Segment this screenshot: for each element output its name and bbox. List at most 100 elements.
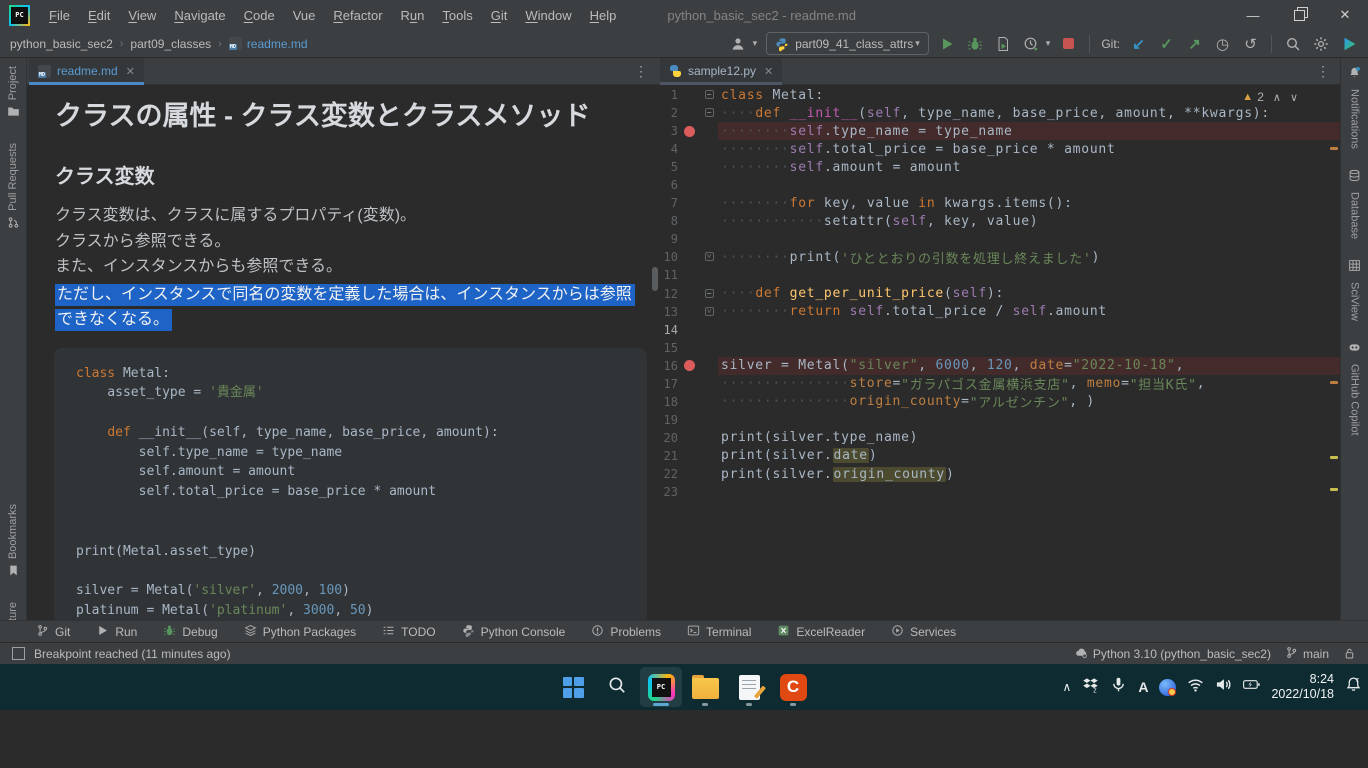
taskbar-notepad-button[interactable]	[728, 667, 770, 707]
git-update-button[interactable]: ↙	[1129, 34, 1148, 53]
gutter[interactable]: 5	[658, 158, 718, 176]
prev-problem-icon[interactable]: ∧	[1273, 91, 1281, 104]
taskbar-camtasia-button[interactable]: C	[772, 667, 814, 707]
taskbar-search-button[interactable]	[596, 667, 638, 707]
gutter[interactable]: 22	[658, 465, 718, 483]
inspections-widget[interactable]: ▲ 2 ∧ ∨	[1242, 90, 1298, 104]
stripe-mark[interactable]	[1330, 488, 1338, 491]
tool-window-button-debug[interactable]: Debug	[153, 621, 227, 642]
menu-window[interactable]: Window	[516, 2, 580, 29]
tool-window-button-git[interactable]: Git	[26, 621, 80, 642]
menu-file[interactable]: File	[40, 2, 79, 29]
next-problem-icon[interactable]: ∨	[1290, 91, 1298, 104]
error-stripe[interactable]	[1328, 85, 1340, 678]
plugin-icon[interactable]	[1339, 34, 1358, 53]
git-branch-selector[interactable]: main	[1285, 646, 1329, 662]
close-button[interactable]: ✕	[1322, 0, 1368, 30]
browser-tray-icon[interactable]	[1159, 679, 1176, 696]
gutter[interactable]: 14	[658, 321, 718, 339]
menu-edit[interactable]: Edit	[79, 2, 119, 29]
breadcrumb-item[interactable]: part09_classes	[130, 37, 211, 51]
tool-window-button-pull-requests[interactable]: Pull Requests	[7, 143, 20, 234]
fold-marker-icon[interactable]: −	[705, 108, 714, 117]
menu-navigate[interactable]: Navigate	[165, 2, 234, 29]
debug-button[interactable]	[966, 34, 985, 53]
menu-vue[interactable]: Vue	[284, 2, 325, 29]
gutter[interactable]: 15	[658, 339, 718, 357]
gutter[interactable]: 18	[658, 393, 718, 411]
gutter[interactable]: 4	[658, 140, 718, 158]
git-commit-button[interactable]: ✓	[1157, 34, 1176, 53]
gutter[interactable]: 17	[658, 375, 718, 393]
stop-button[interactable]	[1059, 34, 1078, 53]
gutter[interactable]: 20	[658, 429, 718, 447]
menu-refactor[interactable]: Refactor	[324, 2, 391, 29]
lock-icon[interactable]	[1343, 647, 1356, 660]
gutter[interactable]: 21	[658, 447, 718, 465]
minimize-button[interactable]: —	[1230, 0, 1276, 30]
battery-icon[interactable]	[1243, 676, 1260, 698]
tool-window-button-database[interactable]: Database	[1348, 169, 1361, 239]
more-options-icon[interactable]: ⋮	[1306, 58, 1340, 84]
settings-button[interactable]	[1311, 34, 1330, 53]
tool-window-button-python-packages[interactable]: Python Packages	[234, 621, 366, 642]
history-button[interactable]: ◷	[1213, 34, 1232, 53]
breakpoint-icon[interactable]	[684, 126, 695, 137]
fold-marker-icon[interactable]: ˅	[705, 307, 714, 316]
stripe-mark[interactable]	[1330, 147, 1338, 150]
wifi-icon[interactable]	[1187, 676, 1204, 698]
taskbar-explorer-button[interactable]	[684, 667, 726, 707]
code-with-me-icon[interactable]	[729, 34, 748, 53]
menu-view[interactable]: View	[119, 2, 165, 29]
microphone-icon[interactable]	[1110, 676, 1127, 698]
close-icon[interactable]: ✕	[126, 65, 135, 78]
fold-marker-icon[interactable]: −	[705, 90, 714, 99]
tool-window-button-services[interactable]: Services	[881, 621, 966, 642]
menu-tools[interactable]: Tools	[433, 2, 481, 29]
tool-window-button-python-console[interactable]: Python Console	[452, 621, 576, 642]
volume-icon[interactable]	[1215, 676, 1232, 698]
clock[interactable]: 8:24 2022/10/18	[1271, 672, 1334, 702]
dropbox-icon[interactable]: z	[1082, 676, 1099, 698]
tool-window-button-problems[interactable]: Problems	[581, 621, 671, 642]
gutter[interactable]: 13˅	[658, 303, 718, 321]
hidden-icons-chevron-icon[interactable]: ∧	[1063, 680, 1072, 694]
git-push-button[interactable]: ↗	[1185, 34, 1204, 53]
fold-marker-icon[interactable]: −	[705, 289, 714, 298]
gutter[interactable]: 9	[658, 230, 718, 248]
menu-code[interactable]: Code	[235, 2, 284, 29]
gutter[interactable]: 7	[658, 194, 718, 212]
run-button[interactable]	[938, 34, 957, 53]
ime-mode-indicator[interactable]: A	[1138, 679, 1148, 695]
fold-marker-icon[interactable]: ˅	[705, 252, 714, 261]
gutter[interactable]: 16	[658, 357, 718, 375]
breakpoint-icon[interactable]	[684, 360, 695, 371]
gutter[interactable]: 23	[658, 483, 718, 501]
gutter[interactable]: 2−	[658, 104, 718, 122]
stripe-mark[interactable]	[1330, 381, 1338, 384]
taskbar-start-button[interactable]	[552, 667, 594, 707]
code-editor[interactable]: ▲ 2 ∧ ∨ 1−class Metal:2−····def __init__…	[658, 85, 1340, 678]
profiler-button[interactable]	[1022, 34, 1041, 53]
tool-window-button-bookmarks[interactable]: Bookmarks	[7, 504, 20, 582]
menu-help[interactable]: Help	[581, 2, 626, 29]
search-everywhere-button[interactable]	[1283, 34, 1302, 53]
gutter[interactable]: 1−	[658, 86, 718, 104]
notification-bell-icon[interactable]: z	[1345, 676, 1362, 698]
gutter[interactable]: 12−	[658, 285, 718, 303]
gutter[interactable]: 8	[658, 212, 718, 230]
tool-window-button-notifications[interactable]: Notifications	[1348, 66, 1361, 149]
more-options-icon[interactable]: ⋮	[624, 58, 658, 84]
interpreter-selector[interactable]: Python 3.10 (python_basic_sec2)	[1075, 646, 1271, 662]
restore-button[interactable]	[1276, 0, 1322, 30]
stripe-mark[interactable]	[1330, 456, 1338, 459]
taskbar-pycharm-button[interactable]: PC	[640, 667, 682, 707]
menu-run[interactable]: Run	[392, 2, 434, 29]
tab-sample12[interactable]: sample12.py ✕	[660, 58, 782, 84]
tool-window-toggle-icon[interactable]	[12, 647, 25, 660]
tool-window-button-project[interactable]: Project	[7, 66, 20, 123]
tool-window-button-sciview[interactable]: SciView	[1348, 259, 1361, 321]
breadcrumb-item[interactable]: python_basic_sec2	[10, 37, 113, 51]
tool-window-button-github-copilot[interactable]: GitHub Copilot	[1348, 341, 1361, 436]
tool-window-button-terminal[interactable]: Terminal	[677, 621, 761, 642]
